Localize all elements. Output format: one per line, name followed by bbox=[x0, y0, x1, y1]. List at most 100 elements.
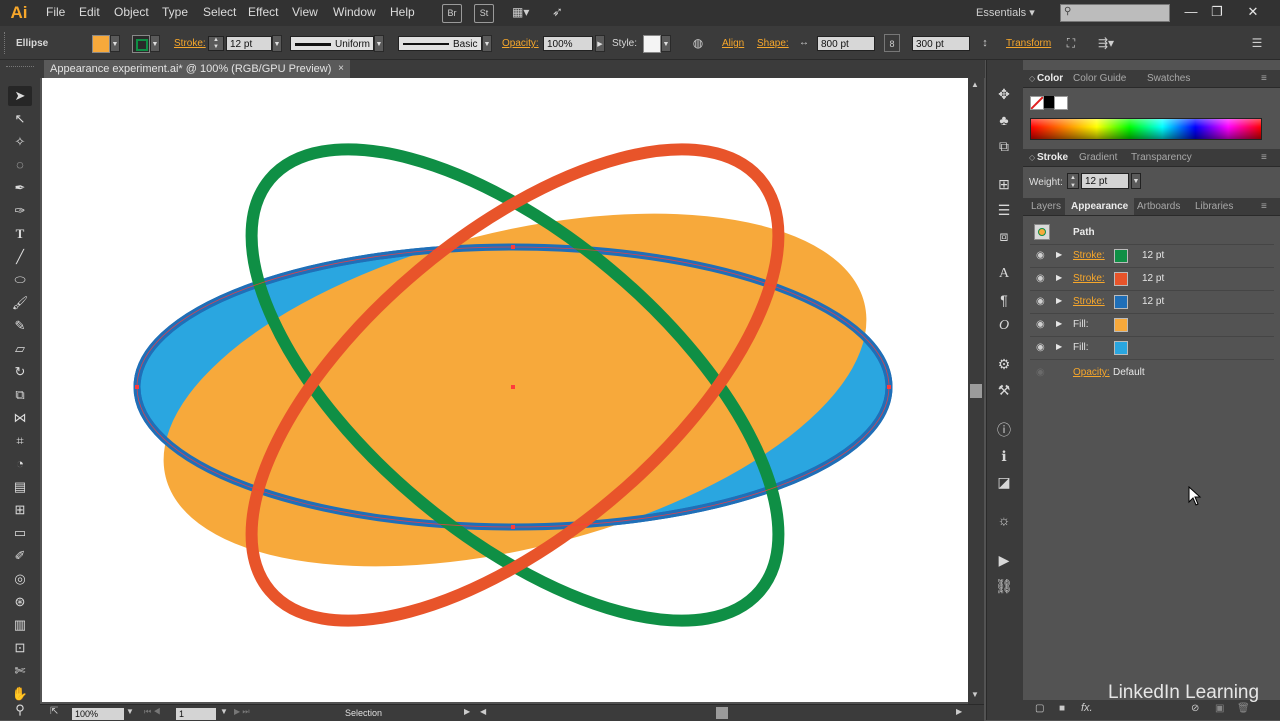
eyedropper-tool-icon[interactable]: ✐ bbox=[8, 546, 32, 566]
zoom-level-input[interactable]: 100% bbox=[72, 708, 124, 720]
shaper-tool-icon[interactable]: ✎ bbox=[8, 316, 32, 336]
navigator-icon[interactable]: ☼ bbox=[994, 510, 1014, 530]
visibility-eye-icon[interactable]: ◉ bbox=[1036, 320, 1048, 330]
shape-width-input[interactable]: 800 pt bbox=[817, 36, 875, 51]
appearance-row-stroke-blue[interactable]: ◉ ▶ Stroke: 12 pt bbox=[1030, 291, 1274, 314]
menu-effect[interactable]: Effect bbox=[248, 5, 278, 19]
width-tool-icon[interactable]: ⋈ bbox=[8, 408, 32, 428]
appearance-row-opacity[interactable]: ◉ Opacity: Default bbox=[1030, 362, 1274, 384]
mesh-tool-icon[interactable]: ⊞ bbox=[8, 500, 32, 520]
color-spectrum[interactable] bbox=[1030, 118, 1262, 140]
artwork-canvas[interactable] bbox=[42, 78, 968, 702]
export-icon[interactable]: ⇱ bbox=[50, 706, 58, 717]
visibility-eye-icon[interactable]: ◉ bbox=[1036, 368, 1048, 378]
hand-tool-icon[interactable]: ✋ bbox=[8, 684, 32, 704]
opacity-label[interactable]: Opacity: bbox=[502, 38, 539, 49]
ellipse-tool-icon[interactable]: ⬭ bbox=[8, 270, 32, 290]
appearance-row-fill-blue[interactable]: ◉ ▶ Fill: bbox=[1030, 337, 1274, 360]
scroll-left-icon[interactable]: ◀ bbox=[480, 707, 486, 716]
panel-grip[interactable] bbox=[4, 32, 9, 54]
paragraph-panel-icon[interactable]: ¶ bbox=[994, 290, 1014, 310]
duplicate-item-icon[interactable]: ▣ bbox=[1215, 703, 1224, 714]
align-label[interactable]: Align bbox=[722, 38, 744, 49]
align-panel-icon[interactable]: ⊞ bbox=[994, 174, 1014, 194]
rotate-tool-icon[interactable]: ↻ bbox=[8, 362, 32, 382]
transform-panel-icon[interactable]: ☰ bbox=[994, 200, 1014, 220]
more-options-icon[interactable]: ⇶▾ bbox=[1092, 34, 1120, 52]
stroke-weight-value[interactable]: 12 pt bbox=[1142, 273, 1164, 284]
add-effect-icon[interactable]: fx. bbox=[1081, 702, 1093, 714]
expand-arrow-icon[interactable]: ▶ bbox=[1056, 273, 1062, 282]
transform-each-icon[interactable]: ⛶ bbox=[1062, 34, 1080, 52]
menu-file[interactable]: File bbox=[46, 5, 65, 19]
tab-gradient[interactable]: Gradient bbox=[1073, 149, 1123, 166]
stroke-weight-stepper[interactable]: ▲ ▼ bbox=[208, 36, 224, 51]
tab-stroke[interactable]: Stroke bbox=[1031, 149, 1074, 166]
delete-item-icon[interactable]: 🗑 bbox=[1237, 703, 1250, 714]
close-document-icon[interactable]: × bbox=[338, 60, 344, 78]
variable-width-profile[interactable]: Uniform bbox=[290, 36, 374, 51]
tab-color[interactable]: Color bbox=[1031, 70, 1069, 87]
anchor-point-left[interactable] bbox=[135, 385, 139, 389]
artboard-dropdown[interactable]: ▼ bbox=[220, 707, 228, 716]
scroll-down-icon[interactable]: ▼ bbox=[971, 690, 979, 699]
transform-label[interactable]: Transform bbox=[1006, 38, 1051, 49]
weight-input[interactable]: 12 pt bbox=[1081, 173, 1129, 189]
recolor-artwork-icon[interactable]: ◍ bbox=[689, 34, 707, 52]
asset-export-icon[interactable]: ⧉ bbox=[994, 136, 1014, 156]
constrain-proportions-icon[interactable]: 8 bbox=[884, 34, 900, 52]
gradient-tool-icon[interactable]: ▭ bbox=[8, 523, 32, 543]
weight-stepper[interactable]: ▲ ▼ bbox=[1067, 173, 1079, 189]
shape-builder-tool-icon[interactable]: ◔ bbox=[8, 454, 32, 474]
horizontal-scroll-thumb[interactable] bbox=[716, 707, 728, 719]
zoom-dropdown[interactable]: ▼ bbox=[126, 707, 134, 716]
clear-appearance-icon[interactable]: ⊘ bbox=[1191, 703, 1199, 714]
expand-arrow-icon[interactable]: ▶ bbox=[1056, 319, 1062, 328]
arrange-documents-icon[interactable]: ▦▾ bbox=[512, 5, 538, 21]
expand-arrow-icon[interactable]: ▶ bbox=[1056, 250, 1062, 259]
stroke-color-swatch[interactable] bbox=[1114, 272, 1128, 286]
stroke-color-swatch[interactable] bbox=[1114, 249, 1128, 263]
fill-color-swatch[interactable] bbox=[1114, 341, 1128, 355]
menu-help[interactable]: Help bbox=[390, 5, 415, 19]
anchor-point-right[interactable] bbox=[887, 385, 891, 389]
opentype-panel-icon[interactable]: O bbox=[994, 316, 1014, 336]
stroke-weight-input[interactable]: 12 pt bbox=[226, 36, 272, 51]
tab-transparency[interactable]: Transparency bbox=[1125, 149, 1198, 166]
scale-tool-icon[interactable]: ⧉ bbox=[8, 385, 32, 405]
perspective-grid-tool-icon[interactable]: ▤ bbox=[8, 477, 32, 497]
slice-tool-icon[interactable]: ✄ bbox=[8, 661, 32, 681]
menu-window[interactable]: Window bbox=[333, 5, 376, 19]
profile-dropdown[interactable]: ▼ bbox=[374, 35, 384, 52]
artboard-tool-icon[interactable]: ⊡ bbox=[8, 638, 32, 658]
close-icon[interactable]: ✕ bbox=[1240, 3, 1266, 21]
free-transform-tool-icon[interactable]: ⌗ bbox=[8, 431, 32, 451]
zoom-tool-icon[interactable]: ⚲ bbox=[8, 702, 32, 718]
stock-button[interactable]: St bbox=[474, 4, 494, 23]
white-color-chip[interactable] bbox=[1054, 96, 1068, 110]
fill-attribute-label[interactable]: Fill: bbox=[1073, 342, 1089, 353]
panel-menu-icon[interactable]: ≡ bbox=[1255, 70, 1273, 87]
menu-view[interactable]: View bbox=[292, 5, 318, 19]
tab-color-guide[interactable]: Color Guide bbox=[1067, 70, 1132, 87]
stroke-weight-value[interactable]: 12 pt bbox=[1142, 296, 1164, 307]
panel-menu-icon[interactable]: ≡ bbox=[1255, 149, 1273, 166]
fill-swatch[interactable] bbox=[92, 35, 110, 53]
none-color-icon[interactable] bbox=[1030, 96, 1044, 110]
appearance-row-stroke-green[interactable]: ◉ ▶ Stroke: 12 pt bbox=[1030, 245, 1274, 268]
stroke-weight-value[interactable]: 12 pt bbox=[1142, 250, 1164, 261]
control-panel-menu-icon[interactable]: ☰ bbox=[1248, 34, 1266, 52]
menu-object[interactable]: Object bbox=[114, 5, 149, 19]
document-info-icon[interactable]: ℹ bbox=[994, 446, 1014, 466]
tab-libraries[interactable]: Libraries bbox=[1189, 198, 1239, 215]
image-trace-icon[interactable]: ◪ bbox=[994, 472, 1014, 492]
first-artboard-icon[interactable]: ⏮ ◀ bbox=[144, 707, 161, 717]
character-panel-icon[interactable]: A bbox=[994, 264, 1014, 284]
stroke-weight-dropdown[interactable]: ▼ bbox=[272, 35, 282, 52]
direct-selection-tool-icon[interactable]: ↖ bbox=[8, 109, 32, 129]
tab-artboards[interactable]: Artboards bbox=[1131, 198, 1186, 215]
bridge-button[interactable]: Br bbox=[442, 4, 462, 23]
column-graph-tool-icon[interactable]: ▥ bbox=[8, 615, 32, 635]
help-search-input[interactable]: ⚲ bbox=[1060, 4, 1170, 22]
info-panel-icon[interactable]: ⓘ bbox=[994, 420, 1014, 440]
